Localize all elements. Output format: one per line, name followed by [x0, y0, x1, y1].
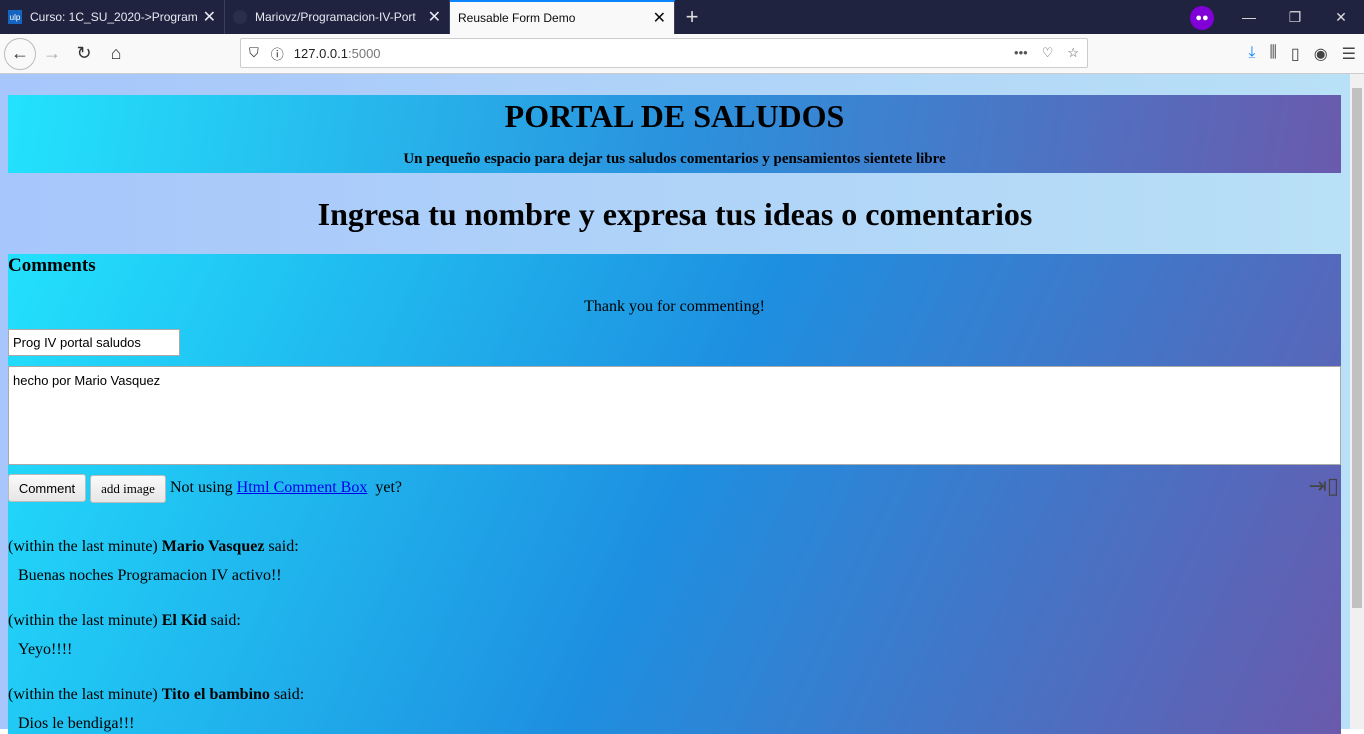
comment-author: Tito el bambino [161, 686, 270, 703]
tab-label: Reusable Form Demo [458, 11, 576, 25]
pocket-icon[interactable]: ♡ [1042, 45, 1054, 61]
comment-text: Buenas noches Programacion IV activo!! [18, 567, 282, 584]
close-window-button[interactable]: ✕ [1318, 9, 1364, 26]
said-label: said: [210, 612, 241, 629]
close-tab-icon[interactable]: ✕ [653, 8, 666, 28]
comment-box: Comments Thank you for commenting! Prog … [8, 254, 1341, 734]
nav-bar: ← → ↻ ⌂ ⛉ ⓘ 127.0.0.1:5000 ••• ♡ ☆ ⤓ ⫼ ▯ ◉ ☰ [0, 34, 1364, 74]
minimize-button[interactable]: — [1226, 9, 1272, 25]
library-icon[interactable]: ⫼ [1270, 44, 1277, 64]
comment-text: Dios le bendiga!!! [18, 715, 135, 732]
sidebar-icon[interactable]: ▯ [1291, 44, 1300, 64]
comments-title: Comments [8, 255, 96, 276]
menu-icon[interactable]: ☰ [1342, 44, 1356, 64]
url-host: 127.0.0.1 [293, 45, 348, 61]
ulp-favicon-icon: ulp [8, 10, 22, 24]
comment-time: (within the last minute) [8, 612, 158, 629]
comment-time: (within the last minute) [8, 538, 158, 555]
not-using-text: Not using [170, 479, 233, 496]
comment-author: El Kid [161, 612, 207, 629]
scrollbar[interactable] [1350, 74, 1364, 729]
info-icon[interactable]: ⓘ [271, 44, 284, 63]
restore-button[interactable]: ❐ [1272, 9, 1318, 26]
tab-label: Mariovz/Programacion-IV-Port [255, 10, 416, 24]
github-icon [233, 10, 247, 24]
private-browsing-icon: ●● [1190, 6, 1214, 30]
comment-item: (within the last minute) El Kid said: Yey… [8, 612, 241, 659]
site-subtitle: Un pequeño espacio para dejar tus saludo… [403, 151, 946, 167]
comment-time: (within the last minute) [8, 686, 158, 703]
star-icon[interactable]: ☆ [1067, 45, 1079, 61]
comment-button[interactable]: Comment [8, 474, 86, 502]
tab-reusable-form[interactable]: Reusable Form Demo ✕ [450, 0, 675, 34]
html-comment-box-link[interactable]: Html Comment Box [237, 479, 368, 496]
yet-text: yet? [375, 479, 402, 496]
scrollbar-thumb[interactable] [1352, 88, 1362, 608]
more-icon[interactable]: ••• [1014, 45, 1028, 61]
forward-button[interactable]: → [36, 38, 68, 70]
comment-item: (within the last minute) Tito el bambino… [8, 686, 304, 733]
page-content: PORTAL DE SALUDOS Un pequeño espacio par… [0, 74, 1350, 734]
tab-github[interactable]: Mariovz/Programacion-IV-Port ✕ [225, 0, 450, 34]
account-icon[interactable]: ◉ [1314, 44, 1328, 64]
download-icon[interactable]: ⤓ [1248, 44, 1255, 64]
add-image-button[interactable]: add image [90, 475, 166, 503]
login-icon[interactable]: ⇥▯ [1308, 473, 1339, 499]
thanks-message: Thank you for commenting! [584, 298, 765, 315]
page-heading: Ingresa tu nombre y expresa tus ideas o … [317, 196, 1033, 232]
tab-label: Curso: 1C_SU_2020->Programa [30, 10, 197, 24]
site-title: PORTAL DE SALUDOS [504, 98, 845, 134]
comment-item: (within the last minute) Mario Vasquez s… [8, 538, 299, 585]
said-label: said: [273, 686, 305, 703]
url-bar[interactable]: ⛉ ⓘ 127.0.0.1:5000 ••• ♡ ☆ [240, 38, 1088, 68]
comment-text: Yeyo!!!! [18, 641, 73, 658]
url-port: :5000 [348, 45, 381, 61]
back-button[interactable]: ← [4, 37, 36, 70]
comment-textarea[interactable]: hecho por Mario Vasquez [8, 366, 1341, 465]
tab-curso[interactable]: ulp Curso: 1C_SU_2020->Programa ✕ [0, 0, 225, 34]
close-tab-icon[interactable]: ✕ [203, 7, 216, 27]
new-tab-button[interactable]: + [675, 0, 709, 34]
tab-bar: ulp Curso: 1C_SU_2020->Programa ✕ Mariovz/… [0, 0, 1364, 34]
comment-author: Mario Vasquez [161, 538, 265, 555]
shield-icon[interactable]: ⛉ [249, 45, 259, 61]
close-tab-icon[interactable]: ✕ [428, 7, 441, 27]
reload-button[interactable]: ↻ [68, 38, 100, 70]
home-button[interactable]: ⌂ [100, 38, 132, 70]
said-label: said: [268, 538, 299, 555]
page-header: PORTAL DE SALUDOS Un pequeño espacio par… [8, 95, 1341, 173]
name-input[interactable]: Prog IV portal saludos [8, 329, 180, 356]
